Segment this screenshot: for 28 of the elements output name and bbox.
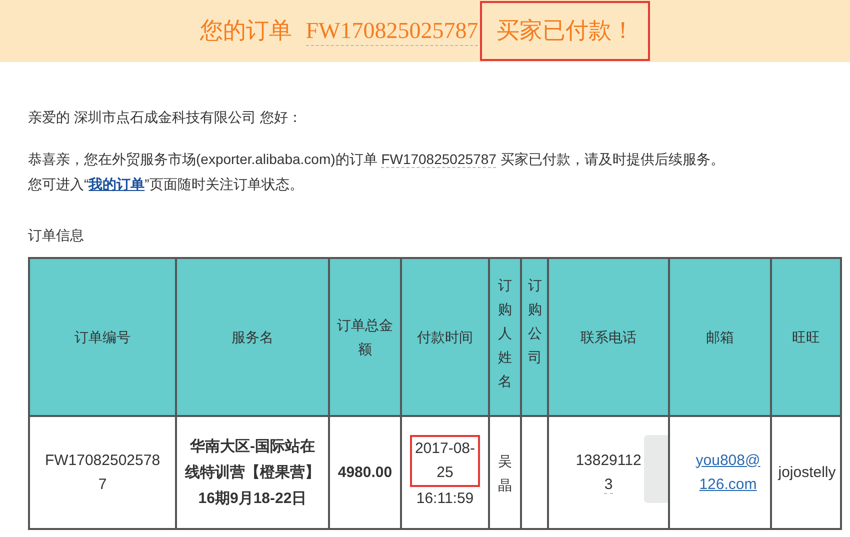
table-cell-text: jojostelly [776, 462, 837, 482]
column-header: 订单编号 [29, 258, 176, 416]
table-cell: 吴晶 [498, 452, 512, 492]
column-header: 付款时间 [401, 258, 489, 416]
table-cell: 3 [604, 476, 613, 494]
email-link[interactable]: 126.com [686, 472, 770, 496]
column-header: 邮箱 [669, 258, 771, 416]
payment-status: 买家已付款！ [480, 1, 650, 61]
column-header: 服务名 [176, 258, 329, 416]
follow-text: 您可进入“我的订单”页面随时关注订单状态。 [28, 175, 304, 194]
email-link[interactable]: you808@ [686, 448, 770, 472]
column-header: 订单总金额 [329, 258, 401, 416]
table-cell-text: 华南大区-国际站在线特训营【橙果营】16期9月18-22日 [184, 436, 321, 508]
column-header: 订购公司 [521, 258, 548, 416]
section-title: 订单信息 [28, 226, 85, 245]
table-cell: 2017-08-25 [410, 434, 480, 486]
table-cell-text: 4980.00 [337, 462, 393, 482]
order-number: FW170825025787 [306, 16, 478, 46]
column-header: 订购人姓名 [489, 258, 521, 416]
table-cell-text: 13829112 [574, 450, 642, 470]
table-cell-text: 16:11:59 [415, 488, 475, 508]
message-text: 恭喜亲，您在外贸服务市场(exporter.alibaba.com)的订单 FW170825025787 买家已付款，请及时提供后续服务。 [28, 150, 726, 170]
banner-text: 您的订单 [200, 16, 292, 45]
my-orders-link[interactable]: 我的订单 [88, 176, 145, 192]
column-header: 联系电话 [548, 258, 669, 416]
greeting-text: 亲爱的 深圳市点石成金科技有限公司 您好： [28, 108, 303, 127]
table-cell-text: FW170825025787 [44, 450, 162, 494]
column-header: 旺旺 [771, 258, 841, 416]
